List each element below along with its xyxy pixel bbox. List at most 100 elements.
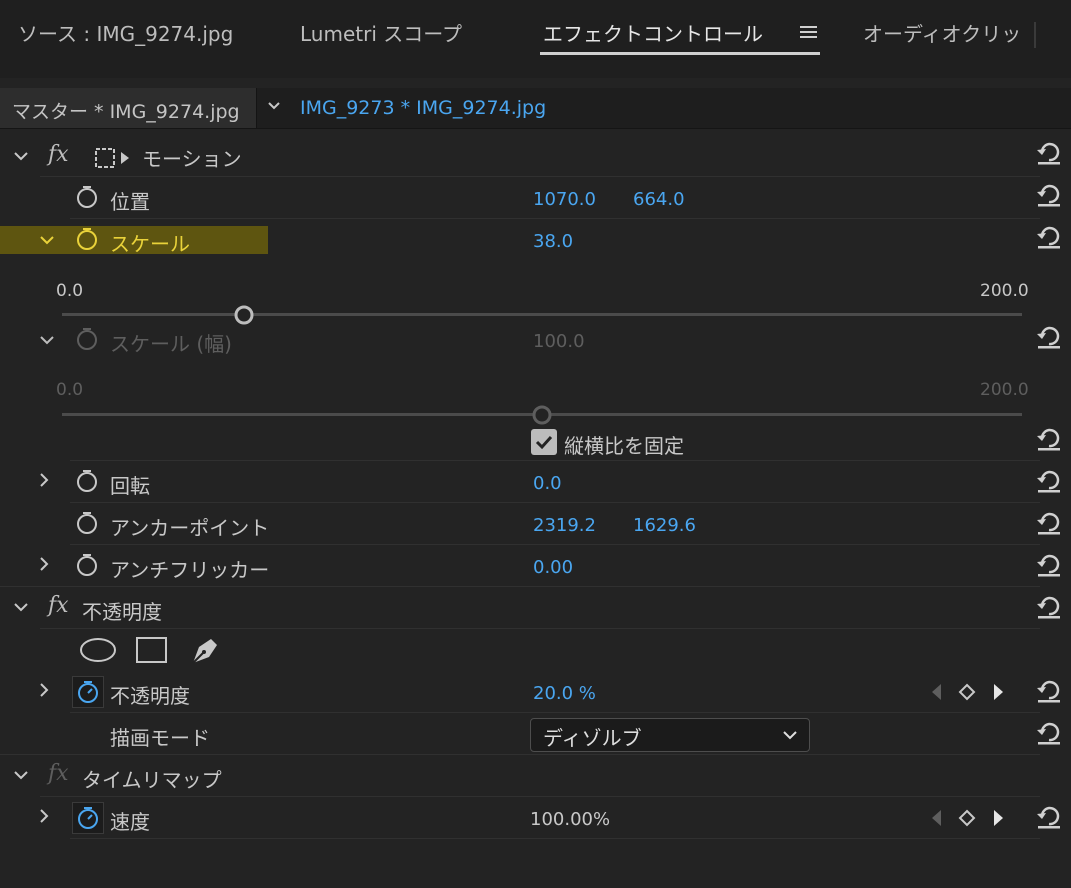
reset-parameter-icon[interactable] [1035, 552, 1063, 578]
rectangle-mask-icon[interactable] [135, 636, 169, 664]
stopwatch-icon[interactable] [75, 185, 99, 209]
reset-parameter-icon[interactable] [1035, 324, 1063, 350]
current-clip-label[interactable]: IMG_9273 * IMG_9274.jpg [300, 97, 546, 119]
previous-keyframe-icon[interactable] [930, 809, 942, 827]
blend-mode-selected: ディゾルブ [543, 726, 642, 750]
row-divider [70, 544, 1040, 545]
reset-parameter-icon[interactable] [1035, 510, 1063, 536]
pen-mask-icon[interactable] [189, 633, 223, 667]
reset-parameter-icon[interactable] [1035, 426, 1063, 452]
stopwatch-icon[interactable] [72, 676, 104, 708]
scale-label: スケール [110, 232, 190, 256]
opacity-expand-chevron[interactable] [14, 601, 28, 613]
speed-label: 速度 [110, 810, 150, 834]
scale-width-slider-max: 200.0 [980, 380, 1029, 400]
fx-icon: fx [48, 761, 69, 786]
position-x-value[interactable]: 1070.0 [533, 189, 596, 210]
position-label: 位置 [110, 190, 150, 214]
tab-audio-clip-mixer[interactable]: オーディオクリッ [863, 18, 1021, 47]
master-clip-label: マスター * IMG_9274.jpg [12, 101, 240, 123]
time-remap-title: タイムリマップ [82, 768, 222, 792]
anchor-x-value[interactable]: 2319.2 [533, 515, 596, 536]
add-keyframe-icon[interactable] [958, 809, 976, 827]
tab-lumetri-scopes[interactable]: Lumetri スコープ [300, 18, 462, 47]
opacity-title: 不透明度 [82, 600, 162, 624]
stopwatch-icon[interactable] [75, 469, 99, 493]
tab-source[interactable]: ソース : IMG_9274.jpg [18, 18, 233, 47]
motion-expand-chevron[interactable] [14, 150, 28, 162]
blend-mode-dropdown[interactable]: ディゾルブ [530, 718, 810, 752]
opacity-label: 不透明度 [110, 684, 190, 708]
speed-value[interactable]: 100.00% [530, 809, 610, 830]
blend-mode-label: 描画モード [110, 726, 210, 750]
rotation-label: 回転 [110, 474, 150, 498]
opacity-value[interactable]: 20.0 % [533, 683, 596, 704]
row-divider [40, 796, 1040, 797]
scale-width-slider-min: 0.0 [56, 380, 84, 400]
row-divider [70, 838, 1040, 839]
stopwatch-icon[interactable] [72, 802, 104, 834]
scale-expand-chevron[interactable] [40, 234, 54, 246]
scale-width-slider-thumb [532, 405, 552, 425]
scale-width-label: スケール (幅) [110, 332, 232, 356]
scale-slider-min: 0.0 [56, 281, 84, 301]
stopwatch-icon [75, 327, 99, 351]
row-divider [70, 218, 1040, 219]
reset-parameter-icon[interactable] [1035, 468, 1063, 494]
anti-flicker-expand-chevron[interactable] [38, 557, 50, 571]
reset-parameter-icon[interactable] [1035, 720, 1063, 746]
clip-header: マスター * IMG_9274.jpg IMG_9273 * IMG_9274.… [0, 88, 1071, 129]
scale-slider-max: 200.0 [980, 281, 1029, 301]
uniform-scale-checkbox[interactable] [531, 429, 557, 455]
row-divider [40, 628, 1040, 629]
opacity-expand-chevron[interactable] [38, 683, 50, 697]
scale-value[interactable]: 38.0 [533, 231, 573, 252]
next-keyframe-icon[interactable] [993, 683, 1005, 701]
row-divider [70, 460, 1040, 461]
reset-parameter-icon[interactable] [1035, 182, 1063, 208]
position-y-value[interactable]: 664.0 [633, 189, 685, 210]
row-divider [0, 586, 1040, 587]
row-divider [0, 754, 1040, 755]
row-divider [40, 176, 1040, 177]
rotation-expand-chevron[interactable] [38, 473, 50, 487]
reset-parameter-icon[interactable] [1035, 594, 1063, 620]
panel-tab-bar: ソース : IMG_9274.jpg Lumetri スコープ エフェクトコント… [0, 0, 1071, 78]
anchor-y-value[interactable]: 1629.6 [633, 515, 696, 536]
rotation-value[interactable]: 0.0 [533, 473, 562, 494]
reset-parameter-icon[interactable] [1035, 140, 1063, 166]
scale-slider-track[interactable] [62, 313, 1022, 316]
uniform-scale-label[interactable]: 縦横比を固定 [564, 430, 684, 459]
stopwatch-icon[interactable] [75, 227, 99, 251]
stopwatch-icon[interactable] [75, 511, 99, 535]
stopwatch-icon[interactable] [75, 553, 99, 577]
scale-width-value: 100.0 [533, 331, 585, 352]
row-divider [70, 712, 1040, 713]
tab-effect-controls[interactable]: エフェクトコントロール [543, 18, 763, 47]
fx-icon[interactable]: fx [48, 142, 69, 167]
ellipse-mask-icon[interactable] [79, 636, 117, 664]
motion-title: モーション [142, 147, 242, 171]
scale-width-expand-chevron[interactable] [40, 334, 54, 346]
time-remap-expand-chevron[interactable] [14, 769, 28, 781]
reset-parameter-icon[interactable] [1035, 804, 1063, 830]
panel-menu-icon[interactable] [800, 24, 818, 40]
anti-flicker-label: アンチフリッカー [110, 558, 270, 582]
anchor-point-label: アンカーポイント [110, 516, 270, 540]
anti-flicker-value[interactable]: 0.00 [533, 557, 573, 578]
previous-keyframe-icon[interactable] [930, 683, 942, 701]
tab-divider [1034, 22, 1036, 48]
reset-parameter-icon[interactable] [1035, 224, 1063, 250]
speed-expand-chevron[interactable] [38, 809, 50, 823]
fx-icon[interactable]: fx [48, 593, 69, 618]
chevron-down-icon [783, 730, 797, 740]
reset-parameter-icon[interactable] [1035, 678, 1063, 704]
active-tab-indicator [540, 52, 820, 55]
row-divider [70, 502, 1040, 503]
add-keyframe-icon[interactable] [958, 683, 976, 701]
next-keyframe-icon[interactable] [993, 809, 1005, 827]
master-clip-tab[interactable]: マスター * IMG_9274.jpg [0, 88, 257, 128]
scale-slider-thumb[interactable] [234, 305, 254, 325]
transform-bounding-box-icon[interactable] [94, 146, 134, 170]
chevron-down-icon[interactable] [268, 99, 280, 111]
